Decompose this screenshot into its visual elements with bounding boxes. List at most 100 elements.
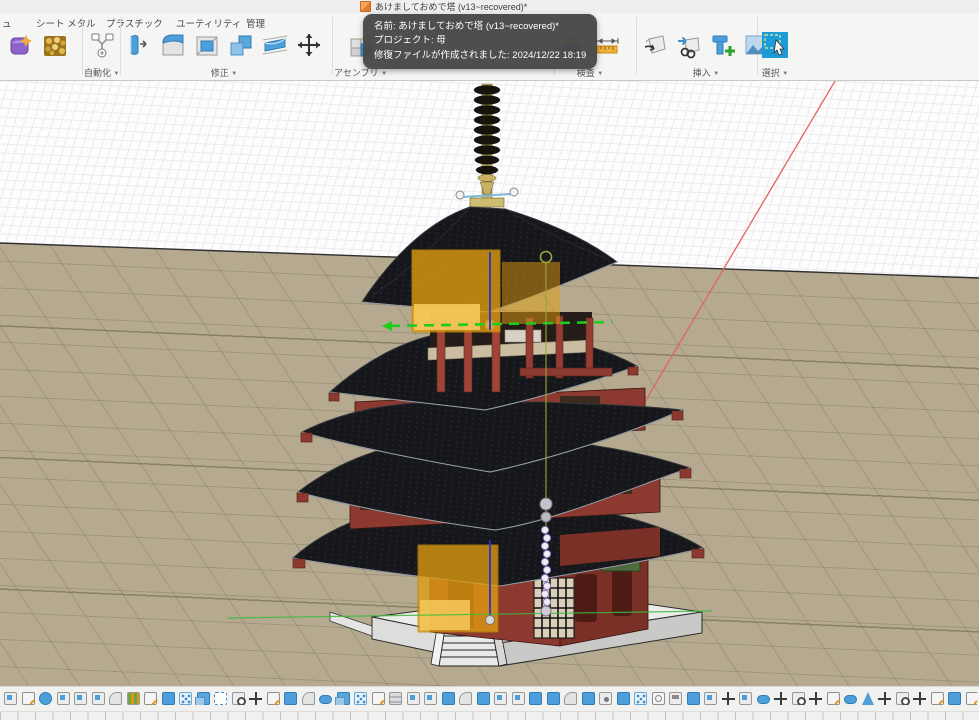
timeline-feature-hole-icon[interactable] [599, 692, 612, 705]
timeline-feature-pattern-icon[interactable] [354, 692, 367, 705]
timeline-feature-solid-icon[interactable] [687, 692, 700, 705]
timeline-feature-move-icon[interactable] [722, 692, 735, 705]
timeline-feature-form-icon[interactable] [39, 692, 52, 705]
timeline-feature-move-icon[interactable] [913, 692, 926, 705]
timeline-feature-extrude-icon[interactable] [739, 692, 752, 705]
3d-viewport[interactable]: ▼ ▼ ▼ ▼ [0, 80, 979, 720]
timeline-feature-extrude-icon[interactable] [407, 692, 420, 705]
ribbon-group-insert: 挿入 ▼ [640, 27, 772, 79]
timeline-feature-move-icon[interactable] [249, 692, 262, 705]
model-canvas[interactable] [0, 80, 979, 720]
timeline-feature-sketch-icon[interactable] [966, 692, 978, 705]
timeline-feature-solid-icon[interactable] [162, 692, 175, 705]
timeline-feature-sketch-icon[interactable] [267, 692, 280, 705]
timeline-feature-select-set-icon[interactable] [214, 692, 227, 705]
timeline-feature-sketch-icon[interactable] [372, 692, 385, 705]
group-label-automate[interactable]: 自動化 ▼ [84, 66, 119, 79]
timeline-feature-circle-icon[interactable] [652, 692, 665, 705]
timeline-feature-move-icon[interactable] [774, 692, 787, 705]
timeline-feature-cone-icon[interactable] [862, 692, 874, 705]
origin-point[interactable] [486, 616, 495, 625]
insert-derive-icon[interactable] [640, 29, 670, 61]
timeline-feature-pattern-icon[interactable] [179, 692, 192, 705]
timeline-feature-fillet-icon[interactable] [564, 692, 577, 705]
insert-link-icon[interactable] [674, 29, 704, 61]
timeline-feature-extrude-icon[interactable] [92, 692, 105, 705]
split-body-icon[interactable] [260, 29, 290, 61]
group-label-insert[interactable]: 挿入 ▼ [693, 66, 719, 79]
timeline-feature-fillet-icon[interactable] [459, 692, 472, 705]
timeline-feature-cylinder-icon[interactable] [319, 695, 332, 704]
timeline-feature-cylinder-icon[interactable] [757, 695, 770, 704]
timeline-feature-solid-icon[interactable] [284, 692, 297, 705]
timeline-feature-solid-icon[interactable] [477, 692, 490, 705]
roof-hook [510, 188, 518, 196]
timeline-feature-fillet-icon[interactable] [109, 692, 122, 705]
select-icon[interactable] [760, 29, 790, 61]
pagoda-model[interactable] [293, 84, 704, 666]
timeline-feature-extrude-icon[interactable] [4, 692, 17, 705]
roof-hook [456, 191, 464, 199]
timeline-feature-cylinder-icon[interactable] [844, 695, 857, 704]
timeline-feature-appearance-icon[interactable] [127, 692, 140, 705]
document-title: あけましておめで塔 (v13~recovered)* [375, 0, 527, 13]
timeline-feature-extrude-icon[interactable] [494, 692, 507, 705]
timeline-feature-link-icon[interactable] [896, 692, 909, 705]
timeline-feature-row[interactable] [4, 692, 977, 705]
x-axis-line[interactable] [640, 80, 838, 410]
fusion360-window: あけましておめで塔 (v13~recovered)* ュ シート メタル プラス… [0, 0, 979, 720]
timeline-feature-shell-icon[interactable] [389, 692, 402, 705]
sorin-spire[interactable] [456, 84, 518, 207]
timeline-feature-sketch-icon[interactable] [22, 692, 35, 705]
ribbon-group-select: 選択 ▼ [760, 27, 790, 79]
timeline-feature-solid-icon[interactable] [582, 692, 595, 705]
chevron-down-icon: ▼ [381, 71, 387, 77]
timeline-feature-solid-icon[interactable] [547, 692, 560, 705]
timeline-feature-solid-icon[interactable] [617, 692, 630, 705]
timeline-feature-extrude-icon[interactable] [704, 692, 717, 705]
timeline-feature-pattern-icon[interactable] [634, 692, 647, 705]
automate-node-icon[interactable] [87, 29, 117, 61]
ribbon-group-modify: 修正 ▼ [124, 27, 324, 79]
group-label-select[interactable]: 選択 ▼ [762, 66, 788, 79]
plastic-part-icon[interactable] [6, 29, 36, 61]
ribbon-group-automate: 自動化 ▼ [84, 27, 119, 79]
timeline-feature-sketch-icon[interactable] [144, 692, 157, 705]
timeline-feature-extrude-icon[interactable] [424, 692, 437, 705]
timeline-feature-solid-icon[interactable] [529, 692, 542, 705]
timeline-feature-combine-icon[interactable] [197, 692, 210, 705]
timeline-feature-sketch-icon[interactable] [827, 692, 840, 705]
timeline-feature-flag-icon[interactable] [669, 692, 682, 705]
press-pull-icon[interactable] [124, 29, 154, 61]
group-label-modify[interactable]: 修正 ▼ [211, 66, 237, 79]
tooltip-recovered: 修復ファイルが作成されました: 2024/12/22 18:19 [374, 49, 586, 63]
document-hover-tooltip: 名前: あけましておめで塔 (v13~recovered)* プロジェクト: 母… [363, 14, 597, 69]
timeline-feature-fillet-icon[interactable] [302, 692, 315, 705]
timeline-feature-sketch-icon[interactable] [931, 692, 944, 705]
fillet-icon[interactable] [158, 29, 188, 61]
chevron-down-icon: ▼ [231, 71, 237, 77]
timeline-ruler[interactable] [0, 711, 979, 720]
timeline-feature-combine-icon[interactable] [337, 692, 350, 705]
timeline-feature-solid-icon[interactable] [442, 692, 455, 705]
selected-body-orange-4f[interactable] [412, 250, 560, 332]
timeline-feature-extrude-icon[interactable] [74, 692, 87, 705]
timeline-feature-move-icon[interactable] [878, 692, 891, 705]
combine-icon[interactable] [226, 29, 256, 61]
insert-fastener-icon[interactable] [708, 29, 738, 61]
ribbon-divider [120, 17, 121, 75]
shell-icon[interactable] [192, 29, 222, 61]
timeline-feature-move-icon[interactable] [809, 692, 822, 705]
honeycomb-infill-icon[interactable] [40, 29, 70, 61]
ribbon-divider [636, 17, 637, 75]
timeline-feature-link-icon[interactable] [792, 692, 805, 705]
timeline-feature-extrude-icon[interactable] [57, 692, 70, 705]
door-opening [575, 574, 597, 622]
timeline-feature-link-icon[interactable] [232, 692, 245, 705]
chevron-down-icon: ▼ [782, 71, 788, 77]
timeline-feature-extrude-icon[interactable] [512, 692, 525, 705]
timeline-feature-solid-icon[interactable] [948, 692, 961, 705]
move-icon[interactable] [294, 29, 324, 61]
chevron-down-icon: ▼ [597, 71, 603, 77]
document-tab[interactable]: あけましておめで塔 (v13~recovered)* [360, 0, 527, 13]
